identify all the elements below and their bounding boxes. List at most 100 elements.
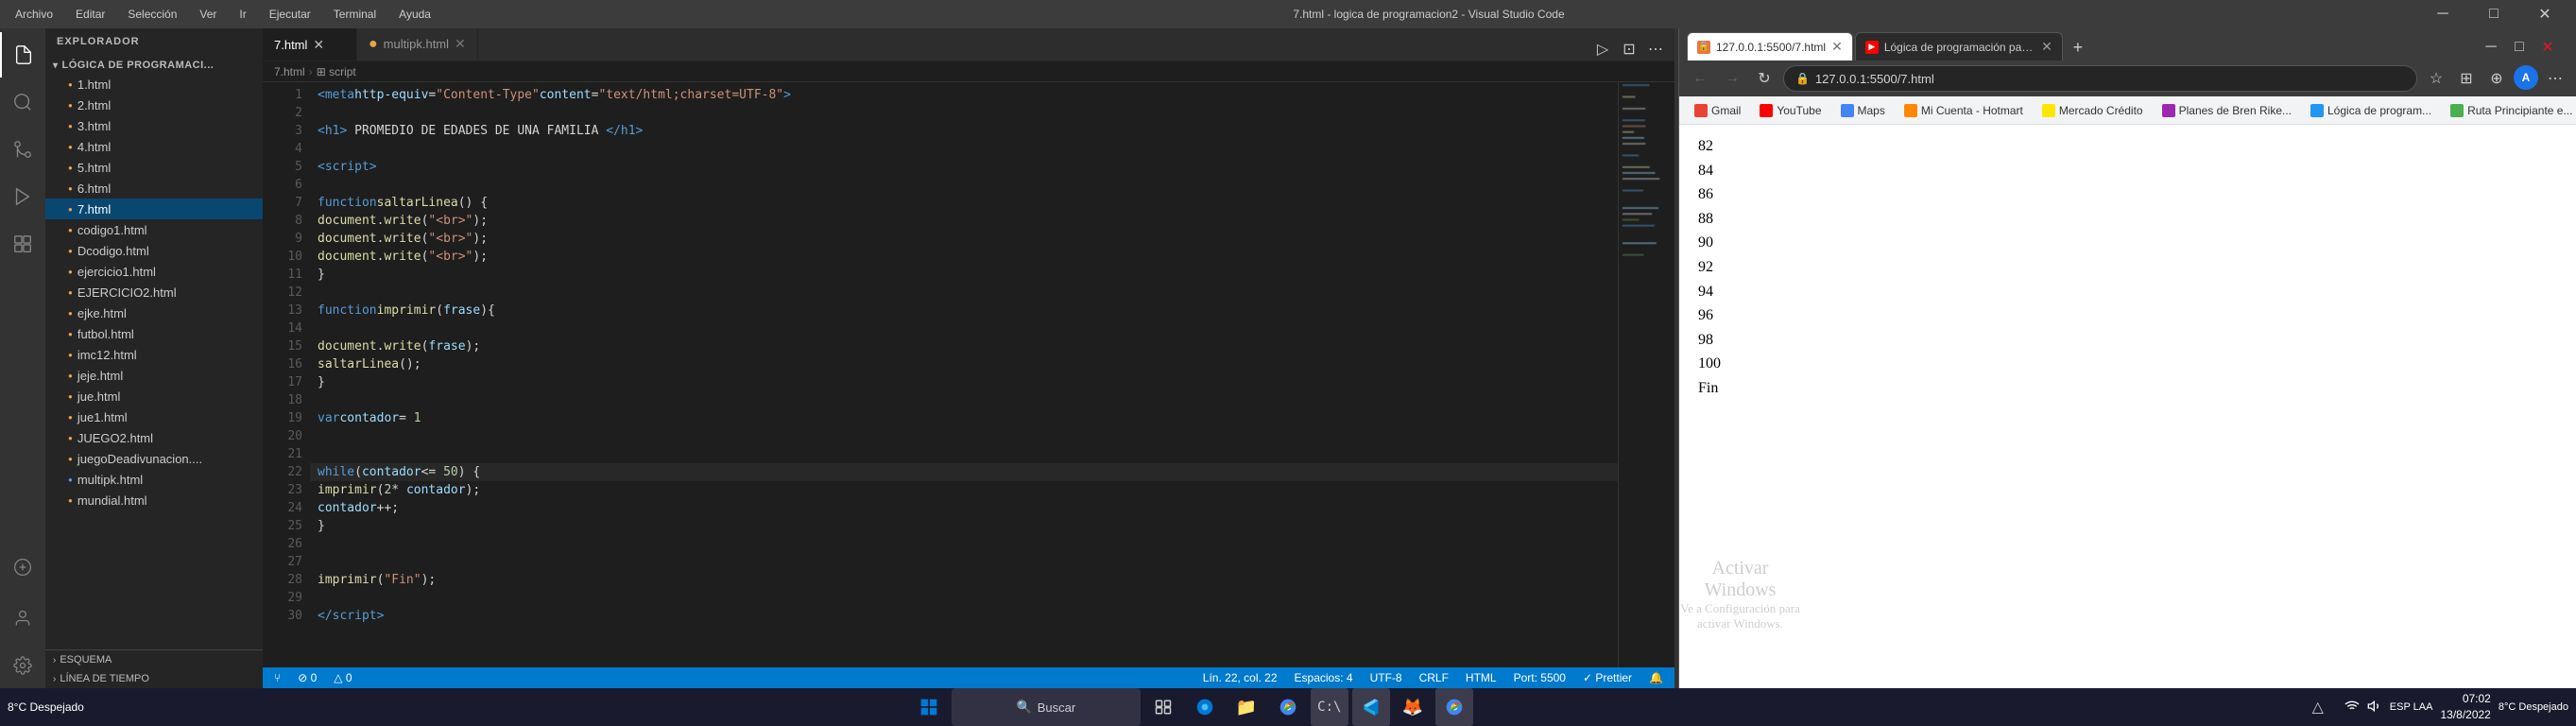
activity-files-icon[interactable] (0, 32, 45, 78)
code-content[interactable]: <meta http-equiv="Content-Type" content=… (310, 82, 1618, 667)
browser-extensions-icon[interactable]: ⊕ (2483, 65, 2510, 92)
code-line-16[interactable]: saltarLinea(); (310, 355, 1618, 373)
browser-account-icon[interactable]: A (2514, 65, 2538, 90)
bookmark-planes[interactable]: Planes de Bren Rike... (2155, 101, 2299, 120)
browser-close-button[interactable]: ✕ (2534, 34, 2561, 60)
code-line-28[interactable]: imprimir("Fin"); (310, 571, 1618, 589)
browser-minimize-button[interactable]: ─ (2478, 34, 2504, 60)
code-line-14[interactable] (310, 320, 1618, 337)
file-item-juego2html[interactable]: ●JUEGO2.html (45, 427, 263, 448)
taskbar-firefox[interactable]: 🦊 (1394, 688, 1432, 726)
taskbar-notifications[interactable]: △ (2299, 688, 2337, 726)
taskbar-explorer[interactable]: 📁 (1228, 688, 1265, 726)
code-line-23[interactable]: imprimir(2 * contador); (310, 481, 1618, 499)
bookmark-logica[interactable]: Lógica de program... (2303, 101, 2439, 120)
volume-icon[interactable] (2367, 699, 2382, 717)
window-controls[interactable]: ─ □ ✕ (2421, 0, 2567, 28)
code-line-24[interactable]: contador++; (310, 499, 1618, 517)
breadcrumb-section[interactable]: ⊞ script (317, 65, 356, 78)
bookmark-gmail[interactable]: Gmail (1687, 101, 1748, 120)
start-button[interactable] (910, 688, 948, 726)
menu-ir[interactable]: Ir (233, 6, 251, 23)
activity-search-icon[interactable] (0, 79, 45, 125)
taskbar-chrome2[interactable] (1435, 688, 1473, 726)
statusbar-warnings[interactable]: △ 0 (330, 671, 355, 684)
menu-ver[interactable]: Ver (194, 6, 222, 23)
maximize-button[interactable]: □ (2472, 0, 2516, 28)
file-item-dcodigohtml[interactable]: ●Dcodigo.html (45, 240, 263, 261)
taskbar-terminal[interactable]: C:\ (1311, 688, 1348, 726)
file-item-4html[interactable]: ●4.html (45, 136, 263, 157)
new-tab-button[interactable]: + (2065, 34, 2091, 60)
browser-settings-icon[interactable]: ⋯ (2542, 65, 2568, 92)
taskbar-edge[interactable] (1186, 688, 1224, 726)
code-line-18[interactable] (310, 391, 1618, 409)
browser-tab-close-localhost[interactable]: ✕ (1831, 39, 1843, 55)
run-button[interactable]: ▷ (1591, 38, 1614, 60)
tab-search-icon[interactable]: ⊞ (2453, 65, 2480, 92)
file-item-mundialhtml[interactable]: ●mundial.html (45, 490, 263, 510)
close-button[interactable]: ✕ (2523, 0, 2567, 28)
menu-archivo[interactable]: Archivo (9, 6, 59, 23)
activity-extensions-icon[interactable] (0, 221, 45, 267)
bookmark-youtube[interactable]: YouTube (1752, 101, 1829, 120)
favorites-icon[interactable]: ☆ (2423, 65, 2449, 92)
code-line-12[interactable] (310, 284, 1618, 302)
file-item-3html[interactable]: ●3.html (45, 115, 263, 136)
activity-git-icon[interactable] (0, 127, 45, 172)
statusbar-prettier[interactable]: ✓ Prettier (1579, 671, 1636, 684)
bookmark-ruta[interactable]: Ruta Principiante e... (2443, 101, 2576, 120)
code-line-13[interactable]: function imprimir(frase){ (310, 302, 1618, 320)
language-badge[interactable]: ESP LAA (2390, 701, 2433, 713)
code-line-25[interactable]: } (310, 517, 1618, 535)
file-item-1html[interactable]: ●1.html (45, 74, 263, 95)
bookmark-mercado[interactable]: Mercado Crédito (2035, 101, 2151, 120)
sidebar-esquema[interactable]: › ESQUEMA (45, 650, 263, 669)
browser-restore-button[interactable]: □ (2506, 34, 2533, 60)
browser-tab-close-youtube[interactable]: ✕ (2041, 39, 2052, 55)
statusbar-encoding[interactable]: UTF-8 (1366, 671, 1406, 684)
code-line-17[interactable]: } (310, 373, 1618, 391)
code-line-8[interactable]: document.write("<br>"); (310, 212, 1618, 230)
forward-button[interactable]: → (1719, 65, 1745, 92)
code-line-10[interactable]: document.write("<br>"); (310, 248, 1618, 266)
tab-multipkhtml[interactable]: ● multipk.html ✕ (357, 28, 478, 60)
tab-close-multipkhtml[interactable]: ✕ (455, 36, 466, 52)
code-line-11[interactable]: } (310, 266, 1618, 284)
taskbar-weather-right[interactable]: 8°C Despejado (2499, 701, 2568, 713)
split-editor-button[interactable]: ⊡ (1618, 38, 1640, 60)
file-item-ejercicio1html[interactable]: ●ejercicio1.html (45, 261, 263, 282)
taskbar-task-view[interactable] (1144, 688, 1182, 726)
code-line-6[interactable] (310, 176, 1618, 194)
statusbar-language[interactable]: HTML (1462, 671, 1501, 684)
breadcrumb-file[interactable]: 7.html (274, 65, 305, 78)
code-line-22[interactable]: while (contador <= 50) { (310, 463, 1618, 481)
menu-seleccion[interactable]: Selección (122, 6, 182, 23)
file-item-7html[interactable]: ●7.html (45, 199, 263, 219)
code-line-5[interactable]: <script> (310, 158, 1618, 176)
code-line-20[interactable] (310, 427, 1618, 445)
taskbar-vscode[interactable] (1352, 688, 1390, 726)
menu-ejecutar[interactable]: Ejecutar (264, 6, 317, 23)
tab-7html[interactable]: 7.html ✕ (263, 28, 357, 60)
statusbar-port[interactable]: Port: 5500 (1510, 671, 1570, 684)
statusbar-spaces[interactable]: Espacios: 4 (1291, 671, 1357, 684)
taskbar-weather-left[interactable]: 8°C Despejado (8, 700, 84, 714)
file-item-juehtml[interactable]: ●jue.html (45, 386, 263, 406)
more-actions-button[interactable]: ⋯ (1644, 38, 1667, 60)
menu-editar[interactable]: Editar (70, 6, 111, 23)
menu-ayuda[interactable]: Ayuda (393, 6, 437, 23)
file-item-futbolhtml[interactable]: ●futbol.html (45, 323, 263, 344)
activity-debug-icon[interactable] (0, 174, 45, 219)
code-line-27[interactable] (310, 553, 1618, 571)
activity-settings-icon[interactable] (0, 643, 45, 688)
project-folder-header[interactable]: ▾ LÓGICA DE PROGRAMACI... (45, 57, 263, 74)
code-line-7[interactable]: function saltarLinea() { (310, 194, 1618, 212)
minimize-button[interactable]: ─ (2421, 0, 2464, 28)
activity-remote-icon[interactable] (0, 544, 45, 590)
activity-accounts-icon[interactable] (0, 596, 45, 641)
code-line-19[interactable]: var contador = 1 (310, 409, 1618, 427)
code-line-15[interactable]: document.write(frase); (310, 337, 1618, 355)
taskbar-time[interactable]: 07:02 13/8/2022 (2440, 691, 2490, 723)
file-item-6html[interactable]: ●6.html (45, 178, 263, 199)
